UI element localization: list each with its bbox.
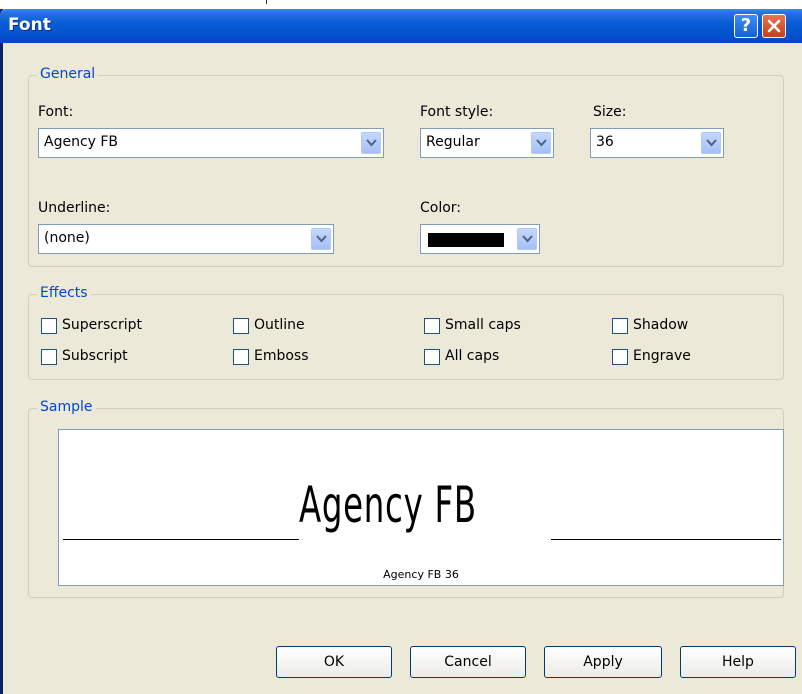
sample-baseline-right bbox=[551, 539, 781, 540]
font-value: Agency FB bbox=[44, 134, 119, 150]
small-caps-checkbox[interactable] bbox=[424, 318, 440, 334]
effects-group: Effects bbox=[28, 285, 784, 380]
size-label: Size: bbox=[593, 104, 627, 120]
chevron-down-icon[interactable] bbox=[517, 228, 537, 250]
small-caps-label: Small caps bbox=[445, 317, 521, 333]
subscript-checkbox[interactable] bbox=[41, 349, 57, 365]
font-label: Font: bbox=[38, 104, 74, 120]
general-legend: General bbox=[37, 66, 99, 82]
chevron-down-icon[interactable] bbox=[311, 228, 331, 250]
sample-caption: Agency FB 36 bbox=[383, 568, 459, 581]
font-style-value: Regular bbox=[426, 134, 480, 150]
cancel-button[interactable]: Cancel bbox=[410, 646, 526, 678]
chevron-down-icon[interactable] bbox=[701, 132, 721, 154]
sample-preview: Agency FB Agency FB 36 bbox=[58, 429, 784, 586]
subscript-label: Subscript bbox=[62, 348, 128, 364]
chevron-down-icon[interactable] bbox=[361, 132, 381, 154]
sample-baseline-left bbox=[63, 539, 299, 540]
help-button[interactable]: Help bbox=[680, 646, 796, 678]
window-title: Font bbox=[8, 15, 51, 35]
emboss-checkbox[interactable] bbox=[233, 349, 249, 365]
underline-combo[interactable]: (none) bbox=[38, 224, 334, 254]
top-tick bbox=[266, 0, 267, 4]
title-bar[interactable]: Font ? bbox=[0, 9, 802, 43]
outline-checkbox[interactable] bbox=[233, 318, 249, 334]
sample-text: Agency FB bbox=[299, 476, 477, 534]
superscript-label: Superscript bbox=[62, 317, 143, 333]
chevron-down-icon[interactable] bbox=[531, 132, 551, 154]
font-style-combo[interactable]: Regular bbox=[420, 128, 554, 158]
all-caps-checkbox[interactable] bbox=[424, 349, 440, 365]
effects-legend: Effects bbox=[37, 285, 91, 301]
size-value: 36 bbox=[596, 134, 614, 150]
font-combo[interactable]: Agency FB bbox=[38, 128, 384, 158]
underline-label: Underline: bbox=[38, 200, 111, 216]
engrave-label: Engrave bbox=[633, 348, 691, 364]
apply-button[interactable]: Apply bbox=[544, 646, 662, 678]
font-style-label: Font style: bbox=[420, 104, 494, 120]
outline-label: Outline bbox=[254, 317, 305, 333]
help-icon[interactable]: ? bbox=[734, 14, 758, 38]
size-combo[interactable]: 36 bbox=[590, 128, 724, 158]
engrave-checkbox[interactable] bbox=[612, 349, 628, 365]
ok-button[interactable]: OK bbox=[276, 646, 392, 678]
underline-value: (none) bbox=[44, 230, 90, 246]
all-caps-label: All caps bbox=[445, 348, 500, 364]
close-icon[interactable] bbox=[762, 14, 786, 38]
sample-legend: Sample bbox=[37, 399, 96, 415]
shadow-label: Shadow bbox=[633, 317, 689, 333]
shadow-checkbox[interactable] bbox=[612, 318, 628, 334]
color-combo[interactable] bbox=[420, 224, 540, 254]
emboss-label: Emboss bbox=[254, 348, 309, 364]
superscript-checkbox[interactable] bbox=[41, 318, 57, 334]
color-label: Color: bbox=[420, 200, 462, 216]
color-swatch bbox=[428, 233, 504, 247]
